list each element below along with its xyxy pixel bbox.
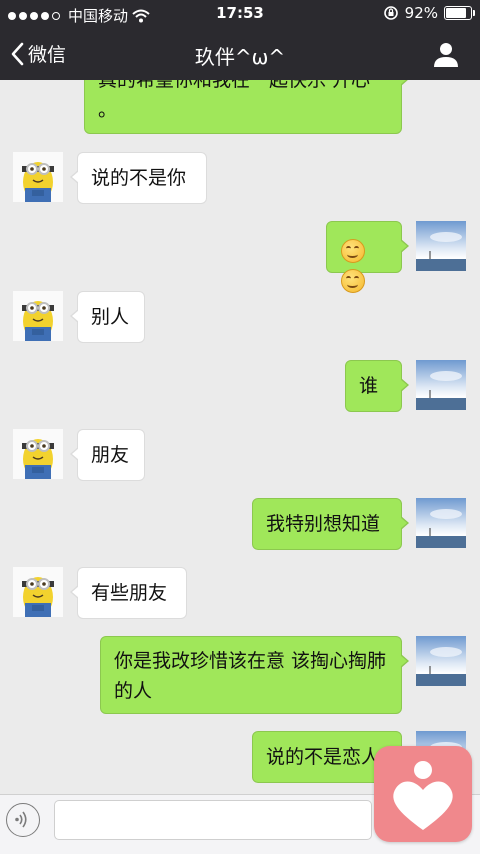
contact-avatar[interactable]: [13, 429, 63, 479]
contact-avatar[interactable]: [13, 567, 63, 617]
profile-icon[interactable]: [432, 40, 460, 68]
battery-icon: [444, 6, 475, 20]
my-avatar[interactable]: [416, 498, 466, 548]
message-bubble[interactable]: 真的希望你和我在一起快乐 开心 。: [84, 80, 409, 134]
message-bubble[interactable]: [326, 221, 409, 293]
rotation-lock-icon: [383, 6, 398, 20]
message-bubble[interactable]: 有些朋友: [70, 567, 187, 619]
message-bubble[interactable]: 谁: [345, 360, 409, 412]
contact-avatar[interactable]: [13, 291, 63, 341]
message-bubble[interactable]: 朋友: [70, 429, 145, 481]
battery-percent: 92%: [404, 4, 438, 22]
message-text: 你是我改珍惜该在意 该掏心掏肺的人: [114, 650, 387, 702]
voice-input-button[interactable]: [6, 803, 40, 837]
message-text: 谁: [359, 375, 379, 397]
navigation-bar: 微信 玖伴^ω^: [0, 28, 480, 80]
contact-avatar[interactable]: [13, 152, 63, 202]
smile-emoji-icon: [341, 238, 365, 263]
my-avatar[interactable]: [416, 636, 466, 686]
message-text: 朋友: [91, 444, 130, 466]
message-text: 我特别想知道: [266, 513, 381, 535]
my-avatar[interactable]: [416, 360, 466, 410]
message-text: 真的希望你和我在一起快乐 开心 。: [98, 80, 371, 121]
status-bar: 中国移动 17:53 92%: [0, 0, 480, 28]
message-bubble[interactable]: 说的不是你: [70, 152, 207, 204]
battery-group: 92%: [383, 4, 475, 22]
app-logo: [374, 746, 472, 842]
voice-icon: [15, 811, 27, 828]
heart-person-icon: [393, 761, 453, 830]
my-avatar[interactable]: [416, 221, 466, 271]
message-bubble[interactable]: 你是我改珍惜该在意 该掏心掏肺的人: [100, 636, 409, 714]
message-input[interactable]: [54, 800, 372, 840]
message-text: 别人: [91, 306, 130, 328]
chat-title: 玖伴^ω^: [194, 45, 286, 69]
message-bubble[interactable]: 别人: [70, 291, 145, 343]
message-text: 说的不是你: [91, 167, 187, 189]
chat-area[interactable]: 真的希望你和我在一起快乐 开心 。 说的不是你 别人 谁 朋友 我特别想知道 有…: [0, 80, 480, 794]
message-bubble[interactable]: 我特别想知道: [252, 498, 409, 550]
message-text: 有些朋友: [91, 582, 168, 604]
message-text: 说的不是恋人: [266, 746, 381, 768]
smile-emoji-icon: [341, 268, 365, 293]
